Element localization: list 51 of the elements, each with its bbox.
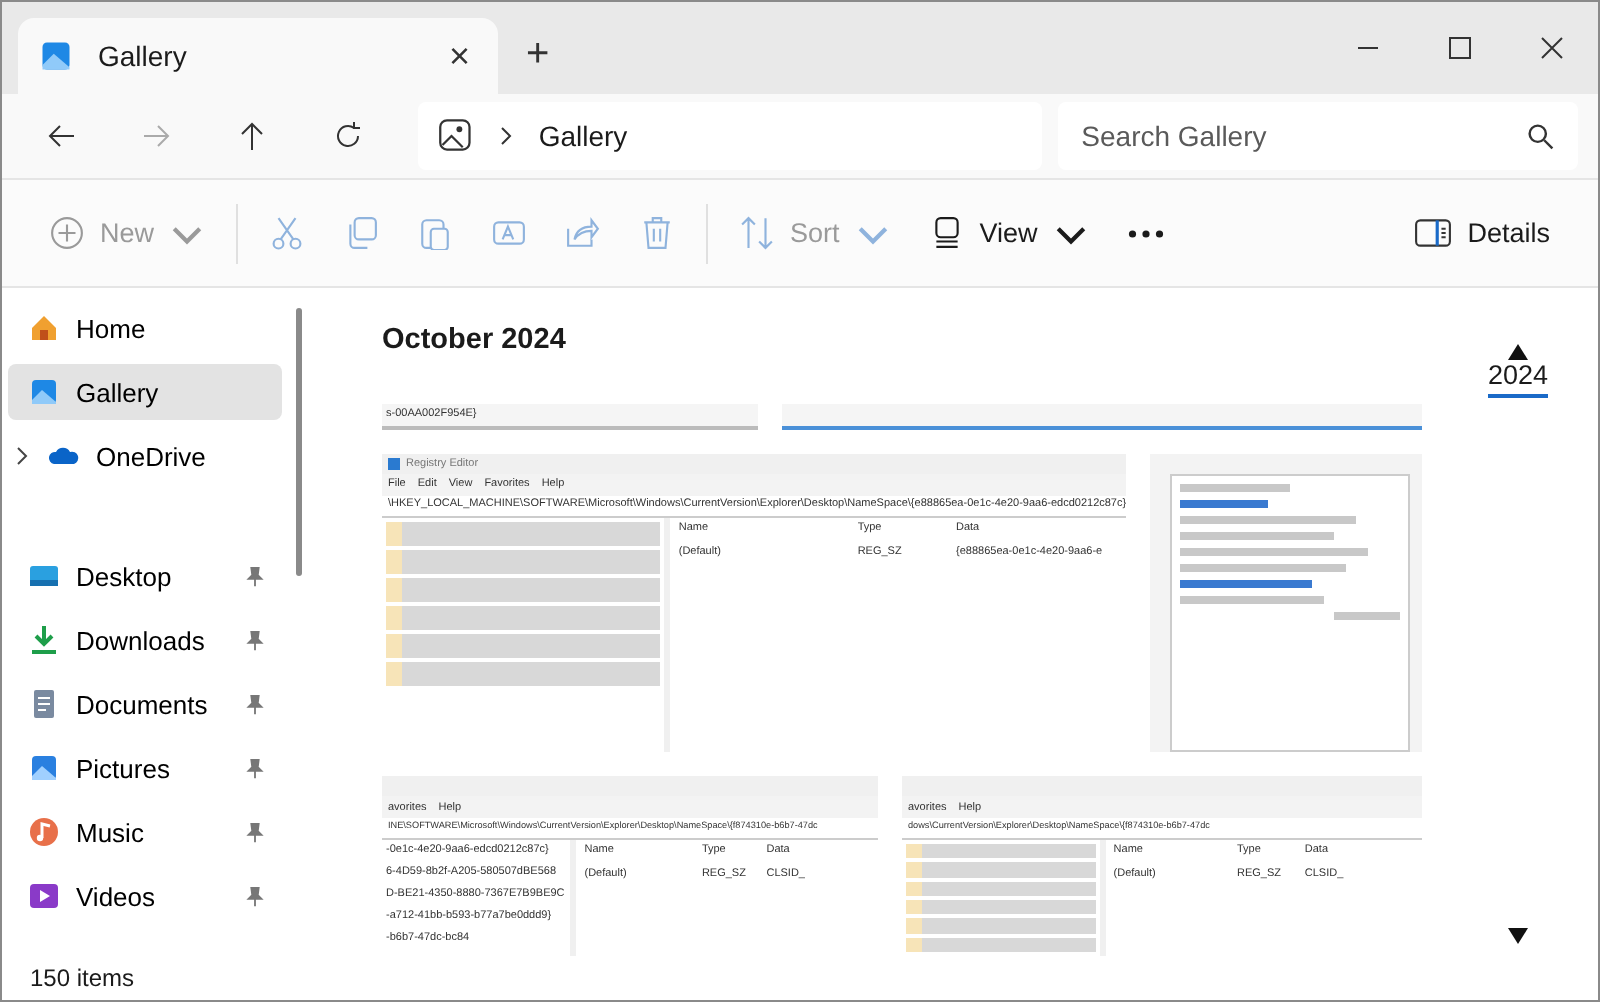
sidebar-item[interactable]: Pictures — [8, 740, 282, 796]
view-icon — [929, 216, 964, 250]
new-tab-button[interactable]: + — [518, 32, 558, 78]
scissors-icon — [270, 216, 305, 250]
registry-icon — [388, 457, 400, 470]
timeline-year[interactable]: 2024 — [1487, 360, 1549, 390]
photo-thumbnail[interactable] — [782, 404, 1422, 430]
copy-icon — [344, 216, 379, 250]
sidebar-item[interactable]: Music — [8, 804, 282, 860]
music-icon — [28, 816, 60, 848]
back-arrow-icon — [45, 120, 78, 152]
sidebar-item[interactable]: Home — [8, 300, 282, 356]
document-icon — [28, 688, 60, 720]
sidebar-item[interactable]: Gallery — [8, 364, 282, 420]
picture-icon — [28, 376, 60, 408]
rename-icon — [492, 216, 527, 250]
monitor-icon — [28, 560, 60, 592]
section-heading: October 2024 — [382, 324, 566, 356]
forward-arrow-icon — [140, 120, 173, 152]
screenshot-thumbnail[interactable] — [1150, 453, 1422, 752]
ellipsis-icon — [1127, 227, 1164, 239]
close-tab-button[interactable]: × — [440, 35, 478, 77]
details-pane-icon — [1413, 216, 1452, 250]
picture-icon — [438, 118, 475, 154]
sidebar-item[interactable]: Desktop — [8, 548, 282, 604]
scrollbar[interactable] — [296, 308, 302, 576]
search-icon — [1528, 123, 1555, 149]
gallery-tab[interactable]: Gallery × — [18, 18, 498, 94]
chevron-icon[interactable] — [12, 446, 32, 466]
plus-icon — [50, 216, 84, 250]
item-count: 150 items — [30, 964, 135, 992]
details-button[interactable]: Details — [1393, 197, 1570, 269]
sidebar-item[interactable]: Videos — [8, 868, 282, 924]
sort-icon — [740, 216, 775, 250]
house-icon — [28, 312, 60, 344]
download-icon — [28, 624, 60, 656]
sidebar-item[interactable]: OneDrive — [8, 428, 282, 484]
chevron-icon — [498, 126, 515, 146]
trash-icon — [640, 216, 675, 250]
sidebar-item[interactable]: Documents — [8, 676, 282, 732]
address-bar[interactable]: Gallery — [418, 102, 1042, 170]
picture-icon — [28, 752, 60, 784]
sidebar-item[interactable]: Downloads — [8, 612, 282, 668]
picture-icon — [38, 38, 74, 74]
refresh-icon — [331, 120, 364, 152]
scroll-position-indicator — [1487, 394, 1548, 398]
breadcrumb-item[interactable]: Gallery — [538, 120, 628, 152]
video-icon — [28, 880, 60, 912]
view-button[interactable]: View — [909, 197, 1108, 269]
paste-icon — [418, 216, 453, 250]
share-icon — [566, 216, 601, 250]
